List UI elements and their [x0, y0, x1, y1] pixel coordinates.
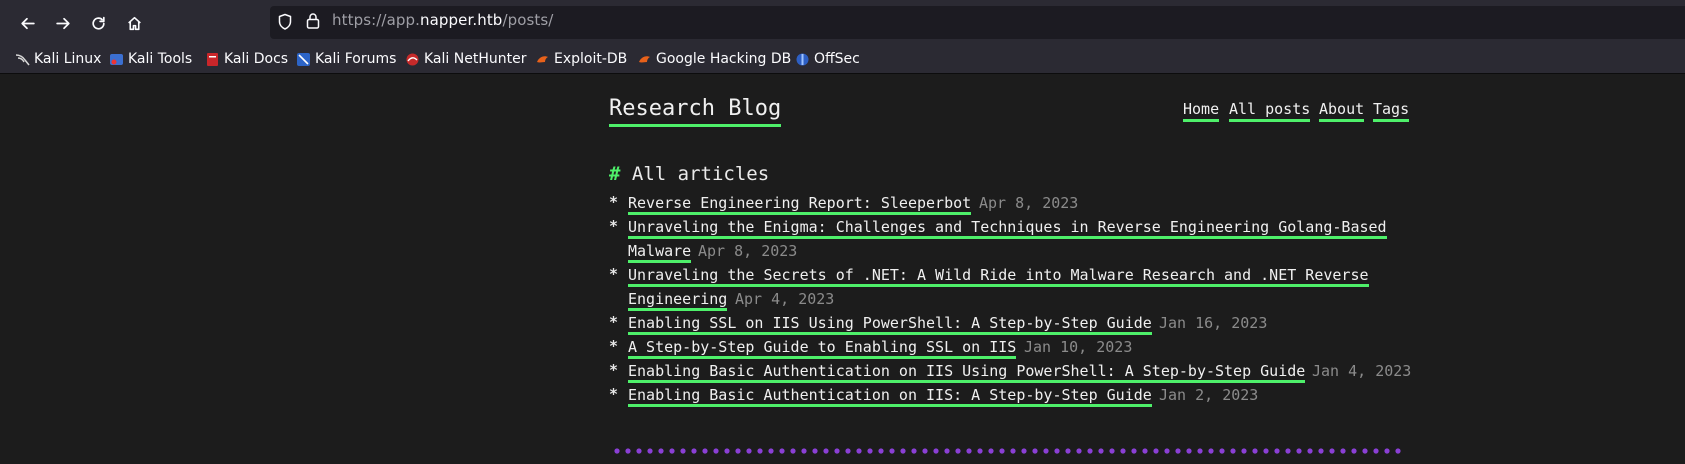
post-link[interactable]: A Step-by-Step Guide to Enabling SSL on …: [628, 338, 1017, 359]
kali-docs-icon: [205, 52, 220, 67]
post-date: Jan 4, 2023: [1312, 362, 1412, 380]
bookmark-kali-tools[interactable]: Kali Tools: [109, 49, 192, 69]
post-date: Jan 10, 2023: [1024, 338, 1133, 356]
post-date: Apr 8, 2023: [698, 242, 798, 260]
dotted-divider: [614, 447, 1404, 455]
lock-icon[interactable]: [305, 12, 321, 30]
url-text[interactable]: https://app.napper.htb/posts/: [332, 11, 553, 29]
heading-hash: #: [609, 163, 621, 185]
post-date: Apr 8, 2023: [979, 194, 1079, 212]
tracking-shield-icon[interactable]: [277, 13, 293, 31]
post-link-continued[interactable]: Malware: [628, 242, 692, 263]
nav-home-link[interactable]: Home: [1183, 100, 1220, 122]
list-bullet: *: [609, 337, 619, 355]
nav-about-link[interactable]: About: [1319, 100, 1365, 122]
post-date: Jan 2, 2023: [1159, 386, 1259, 404]
bookmark-kali-forums[interactable]: Kali Forums: [296, 49, 396, 69]
post-link[interactable]: Unraveling the Secrets of .NET: A Wild R…: [628, 266, 1369, 287]
post-link[interactable]: Reverse Engineering Report: Sleeperbot: [628, 194, 972, 215]
kali-dragon-icon: [15, 52, 30, 67]
post-link[interactable]: Unraveling the Enigma: Challenges and Te…: [628, 218, 1387, 239]
ghdb-icon: [637, 52, 652, 67]
offsec-icon: [795, 52, 810, 67]
bookmark-exploit-db[interactable]: Exploit-DB: [535, 49, 627, 69]
back-button[interactable]: [13, 9, 41, 37]
bookmark-kali-docs[interactable]: Kali Docs: [205, 49, 288, 69]
post-date: Jan 16, 2023: [1159, 314, 1268, 332]
section-title: All articles: [631, 163, 770, 185]
url-path: /posts/: [502, 11, 554, 29]
post-link[interactable]: Enabling SSL on IIS Using PowerShell: A …: [628, 314, 1152, 335]
url-host: napper.htb: [419, 11, 503, 29]
home-button[interactable]: [120, 9, 148, 37]
kali-nethunter-icon: [405, 52, 420, 67]
bookmark-kali-linux[interactable]: Kali Linux: [15, 49, 101, 69]
list-bullet: *: [609, 361, 619, 379]
nav-tags-link[interactable]: Tags: [1373, 100, 1410, 122]
home-icon: [127, 16, 141, 30]
reload-icon: [91, 16, 105, 30]
reload-button[interactable]: [84, 9, 112, 37]
list-bullet: *: [609, 385, 619, 403]
list-bullet: *: [609, 217, 619, 235]
nav-all-posts-link[interactable]: All posts: [1229, 100, 1311, 122]
list-bullet: *: [609, 193, 619, 211]
exploit-db-icon: [535, 52, 550, 67]
browser-toolbar: https://app.napper.htb/posts/: [0, 0, 1685, 45]
bookmarks-toolbar: Kali Linux Kali Tools Kali Docs Kali For…: [0, 45, 1685, 74]
post-link[interactable]: Enabling Basic Authentication on IIS Usi…: [628, 362, 1306, 383]
bookmark-google-hacking-db[interactable]: Google Hacking DB: [637, 49, 791, 69]
post-date: Apr 4, 2023: [735, 290, 835, 308]
kali-forums-icon: [296, 52, 311, 67]
post-link[interactable]: Enabling Basic Authentication on IIS: A …: [628, 386, 1152, 407]
blog-title-link[interactable]: Research Blog: [609, 95, 782, 127]
kali-tools-icon: [109, 52, 124, 67]
list-bullet: *: [609, 313, 619, 331]
bookmark-kali-nethunter[interactable]: Kali NetHunter: [405, 49, 526, 69]
forward-arrow-icon: [55, 17, 70, 29]
forward-button[interactable]: [49, 9, 77, 37]
bookmark-offsec[interactable]: OffSec: [795, 49, 860, 69]
post-link-continued[interactable]: Engineering: [628, 290, 728, 311]
list-bullet: *: [609, 265, 619, 283]
back-arrow-icon: [20, 17, 35, 29]
section-heading: # All articles: [609, 163, 769, 185]
page-content: Research Blog Home All posts About Tags …: [0, 74, 1685, 464]
